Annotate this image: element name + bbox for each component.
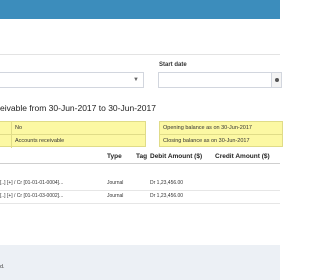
debit-cell: Dr 1,23,456.00	[150, 180, 184, 186]
balance-info-box: Opening balance as on 30-Jun-2017 Closin…	[159, 121, 283, 147]
info-row-separator	[0, 134, 145, 135]
info-row-separator	[160, 134, 282, 135]
header-divider	[0, 54, 280, 55]
chevron-down-icon[interactable]: ▼	[133, 77, 139, 83]
start-date-label: Start date	[159, 62, 187, 68]
report-heading: eivable from 30-Jun-2017 to 30-Jun-2017	[0, 103, 156, 113]
ledger-info-box: No Accounts receivable	[0, 121, 146, 148]
top-navbar	[0, 0, 280, 19]
calendar-icon[interactable]	[275, 78, 279, 82]
table-header-divider	[0, 163, 280, 164]
ledger-select[interactable]: ▼	[0, 72, 144, 88]
ledger-cell[interactable]: [..] [+] / Cr [01-01-03-0002]...	[0, 193, 63, 199]
type-cell: Journal	[107, 193, 124, 199]
row-divider	[0, 203, 280, 204]
column-header-debit[interactable]: Debit Amount ($)	[150, 153, 202, 160]
info-left-line-2: Accounts receivable	[15, 138, 65, 144]
start-date-input[interactable]	[158, 72, 272, 88]
column-header-credit[interactable]: Credit Amount ($)	[215, 153, 270, 160]
debit-cell: Dr 1,23,456.00	[150, 193, 184, 199]
footer-text: d.	[0, 264, 5, 270]
type-cell: Journal	[107, 180, 124, 186]
ledger-cell[interactable]: [..] [+] / Cr [01-01-01-0004]...	[0, 180, 63, 186]
info-left-line-1: No	[15, 125, 23, 131]
start-date-addon[interactable]	[272, 72, 282, 88]
column-header-tag[interactable]: Tag	[136, 153, 147, 160]
column-header-type[interactable]: Type	[107, 153, 122, 160]
closing-balance-label: Closing balance as on 30-Jun-2017	[163, 138, 250, 144]
info-column-separator	[11, 122, 12, 148]
table-row[interactable]: [..] [+] / Cr [01-01-01-0004]... Journal…	[0, 177, 280, 190]
table-row[interactable]: [..] [+] / Cr [01-01-03-0002]... Journal…	[0, 190, 280, 203]
page-footer	[0, 245, 280, 280]
opening-balance-label: Opening balance as on 30-Jun-2017	[163, 125, 252, 131]
